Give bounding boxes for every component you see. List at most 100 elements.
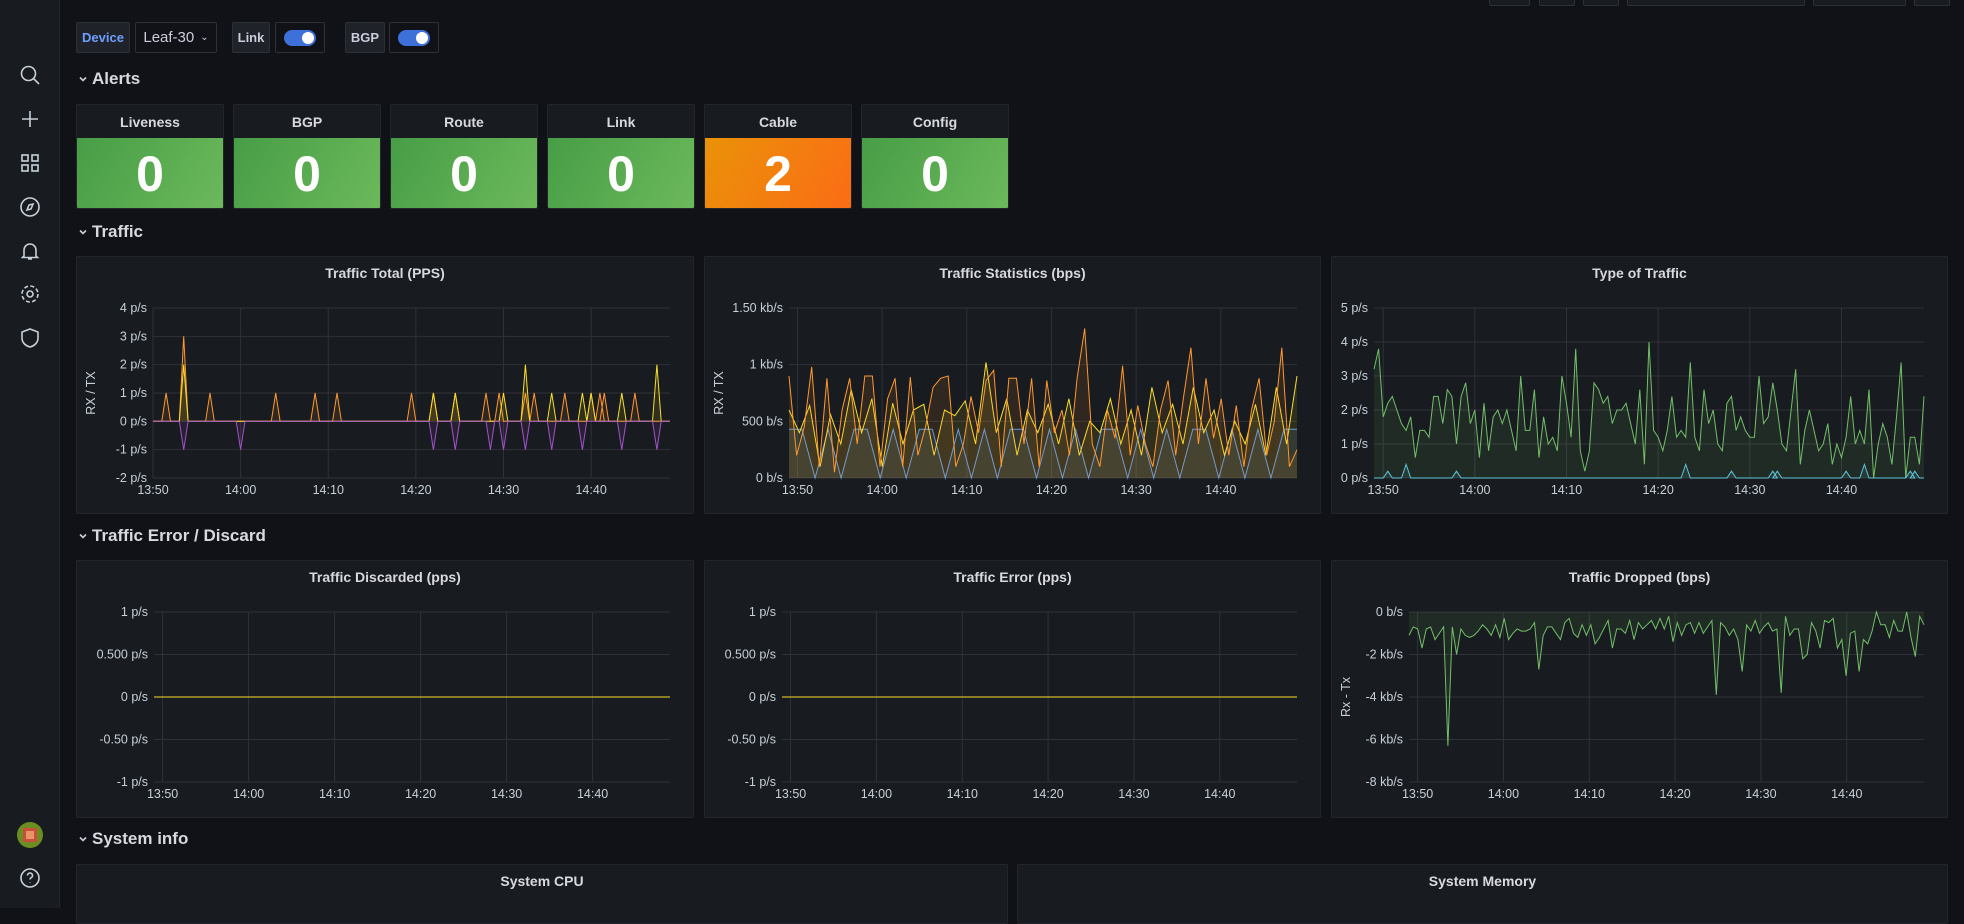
x-tick-label: 14:00 [866,483,897,497]
x-tick-label: 13:50 [1402,787,1433,801]
y-axis-label: Rx - Tx [1339,676,1353,717]
device-variable-label: Device [76,22,130,53]
stat-title: Config [912,113,958,130]
chevron-down-icon [79,229,87,235]
sidebar [0,0,60,908]
stat-panel-config: Config 0 [861,104,1009,209]
y-axis-label: RX / TX [712,371,726,415]
x-tick-label: 14:00 [1488,787,1519,801]
panel-traffic-discarded-pps: Traffic Discarded (pps) 1 p/s 0.500 p/s 0 p… [76,560,694,818]
y-tick-label: 4 p/s [1341,335,1368,349]
y-tick-label: 1 p/s [1341,437,1368,451]
panel-traffic-statistics-bps: Traffic Statistics (bps) 1.50 kb/s 1 kb/s 5… [704,256,1321,514]
bgp-toggle[interactable] [398,29,430,46]
panel-title: System Memory [1428,873,1537,889]
stat-panel-liveness: Liveness 0 [76,104,224,209]
series-fill [153,421,670,450]
y-tick-label: -6 kb/s [1365,733,1403,747]
row-title: System info [92,829,189,848]
y-axis-label: RX / TX [84,371,98,415]
shield-icon[interactable] [18,326,42,350]
x-tick-label: 14:40 [575,483,606,497]
y-tick-label: 0.500 p/s [97,648,148,662]
link-variable-label: Link [232,22,270,53]
y-tick-label: 0 b/s [756,471,783,485]
x-tick-label: 14:10 [319,787,350,801]
row-title: Traffic Error / Discard [92,526,266,545]
stat-panel-link: Link 0 [547,104,695,209]
time-range-picker[interactable] [1627,0,1805,6]
chevron-down-icon [79,836,87,842]
x-tick-label: 14:20 [1643,483,1674,497]
bgp-toggle-box [389,22,439,53]
help-icon[interactable] [18,866,42,890]
x-tick-label: 14:20 [1036,483,1067,497]
x-tick-label: 14:30 [1120,483,1151,497]
stat-value: 0 [548,138,694,208]
row-title: Alerts [92,69,141,88]
row-title: Traffic [92,222,144,241]
row-alerts[interactable]: Alerts [78,69,140,89]
chevron-down-icon [79,76,87,82]
y-tick-label: 0 p/s [749,690,776,704]
toolbar-button[interactable] [1539,0,1575,6]
x-tick-label: 14:20 [1032,787,1063,801]
chart: 1 p/s 0.500 p/s 0 p/s -0.50 p/s -1 p/s13:50 1… [97,605,670,801]
chart: 0 b/s -2 kb/s -4 kb/s -6 kb/s -8 kb/s13:50 14… [1339,605,1925,801]
row-system-info[interactable]: System info [78,829,188,849]
x-tick-label: 14:20 [405,787,436,801]
device-select[interactable]: Leaf-30 ⌄ [135,22,217,53]
y-tick-label: -0.50 p/s [727,733,776,747]
stat-title: Cable [758,113,798,130]
row-traffic[interactable]: Traffic [78,222,143,242]
bgp-variable-label: BGP [345,22,385,53]
x-tick-label: 14:10 [1551,483,1582,497]
stat-value: 0 [391,138,537,208]
chart: 1 p/s 0.500 p/s 0 p/s -0.50 p/s -1 p/s13:50 1… [725,605,1297,801]
x-tick-label: 13:50 [137,483,168,497]
bell-icon[interactable] [18,239,42,263]
y-tick-label: 1 p/s [121,605,148,619]
compass-icon[interactable] [18,195,42,219]
stat-panel-cable: Cable 2 [704,104,852,209]
stat-title: Route [444,113,484,130]
y-tick-label: 500 b/s [742,414,783,428]
panel-traffic-dropped-bps: Traffic Dropped (bps) 0 b/s -2 kb/s -4 kb/s… [1331,560,1948,818]
toolbar-button[interactable] [1489,0,1530,6]
y-tick-label: 2 p/s [1341,403,1368,417]
x-tick-label: 14:40 [1831,787,1862,801]
dashboards-icon[interactable] [18,151,42,175]
x-tick-label: 13:50 [147,787,178,801]
stat-value: 0 [234,138,380,208]
stat-title: Link [606,113,636,130]
x-tick-label: 14:20 [1659,787,1690,801]
toolbar-button[interactable] [1914,0,1950,6]
x-tick-label: 14:10 [313,483,344,497]
plus-icon[interactable] [18,107,42,131]
link-toggle-box [275,22,325,53]
y-tick-label: 3 p/s [1341,369,1368,383]
y-tick-label: 1 p/s [120,386,147,400]
x-tick-label: 14:10 [951,483,982,497]
x-tick-label: 14:00 [861,787,892,801]
chevron-down-icon [79,533,87,539]
avatar[interactable] [17,822,43,848]
x-tick-label: 14:30 [488,483,519,497]
x-tick-label: 13:50 [1368,483,1399,497]
refresh-button[interactable] [1813,0,1906,6]
gear-icon[interactable] [18,282,42,306]
y-tick-label: -0.50 p/s [99,733,148,747]
stat-title: Liveness [120,113,180,130]
y-tick-label: -2 kb/s [1365,648,1403,662]
y-tick-label: 1 p/s [749,605,776,619]
panel-system-cpu: System CPU [76,864,1008,924]
device-value: Leaf-30 [143,29,195,46]
search-icon[interactable] [18,63,42,87]
stat-panel-bgp: BGP 0 [233,104,381,209]
chevron-down-icon: ⌄ [200,32,209,43]
x-tick-label: 14:30 [1118,787,1149,801]
y-tick-label: 0 p/s [1341,471,1368,485]
row-traffic-error[interactable]: Traffic Error / Discard [78,526,266,546]
link-toggle[interactable] [284,29,316,46]
toolbar-button[interactable] [1583,0,1619,6]
